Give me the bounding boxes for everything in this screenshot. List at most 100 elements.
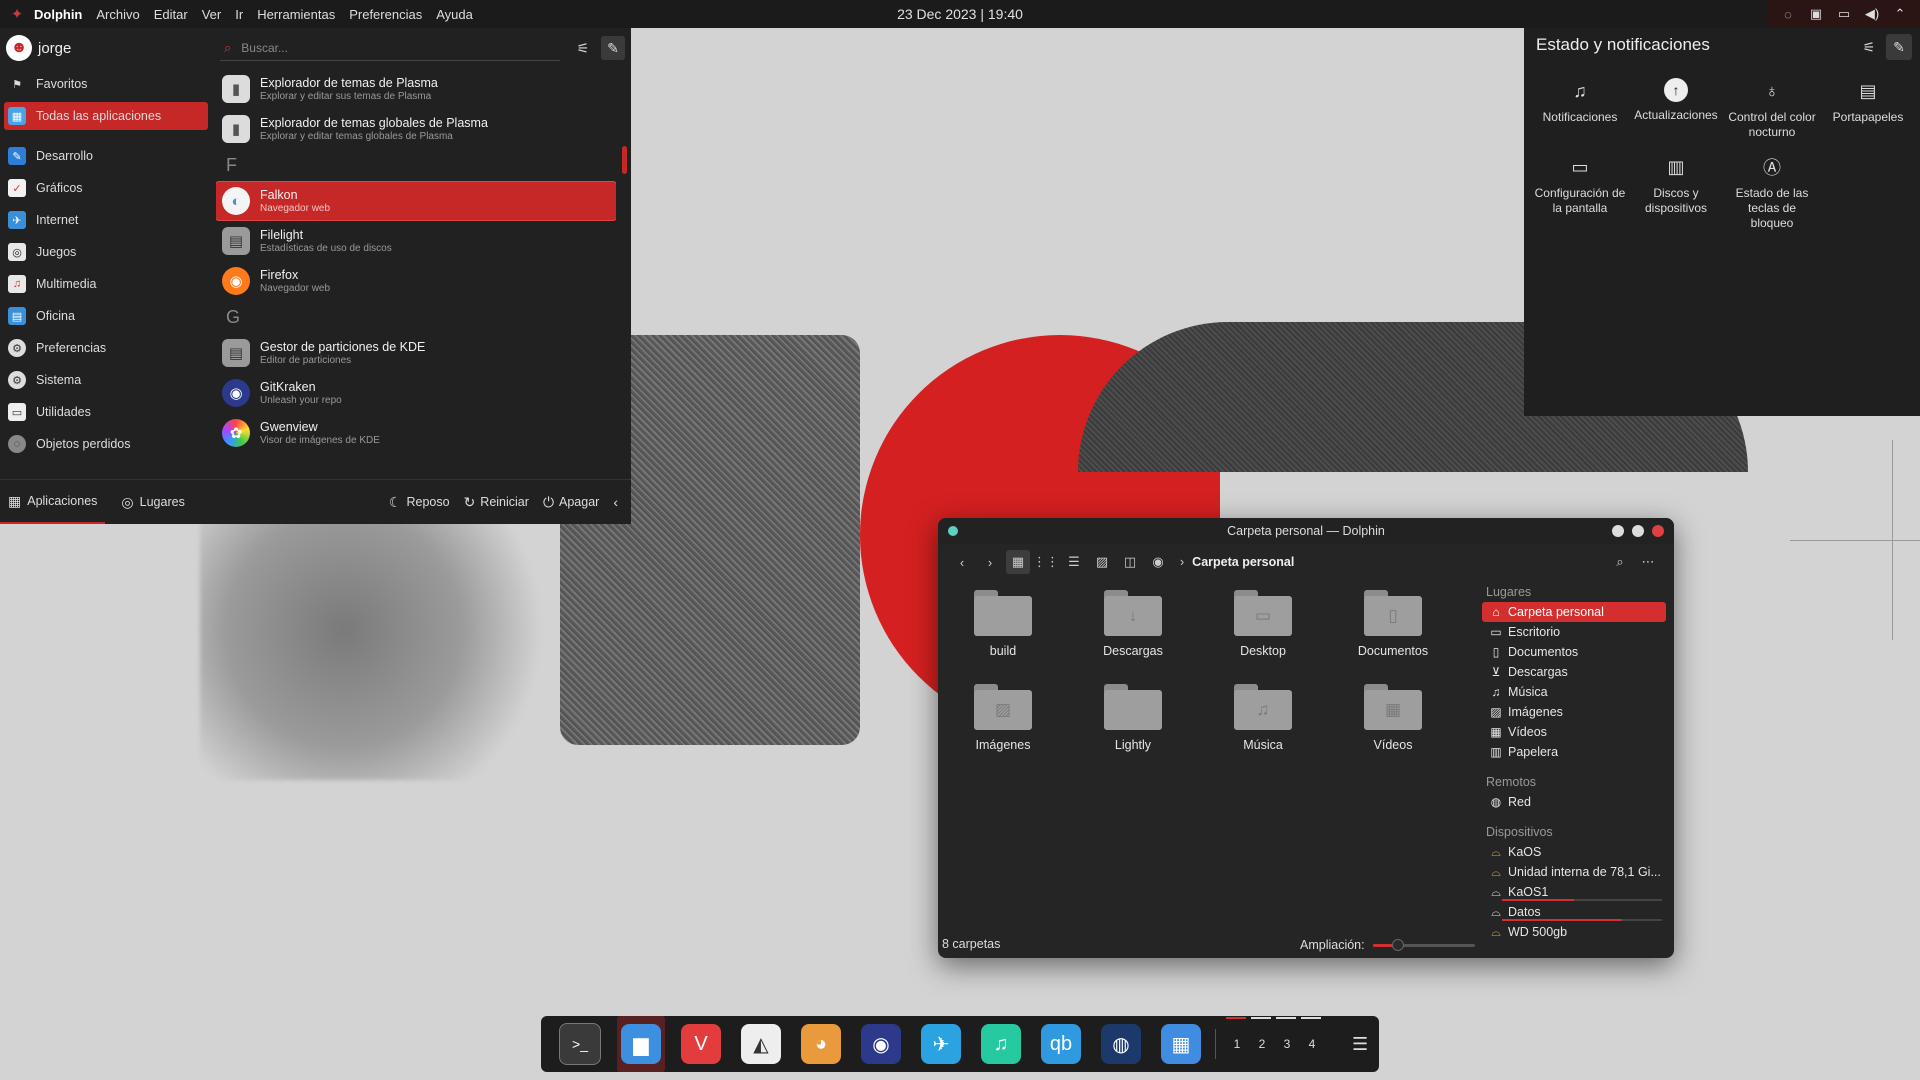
app-firefox[interactable]: ◉ Firefox Navegador web bbox=[216, 262, 616, 300]
back-icon[interactable]: ‹ bbox=[950, 550, 974, 574]
category-oficina[interactable]: ▤ Oficina bbox=[0, 300, 212, 332]
device-internal-drive[interactable]: ⌓ Unidad interna de 78,1 Gi... bbox=[1482, 862, 1672, 882]
app-gitkraken[interactable]: ◉ GitKraken Unleash your repo bbox=[216, 374, 616, 412]
hamburger-menu-icon[interactable]: ⋯ bbox=[1636, 550, 1660, 574]
dolphin-icon[interactable]: ▆ bbox=[617, 1016, 665, 1072]
display-tray-icon[interactable]: ▭ bbox=[1833, 3, 1855, 25]
folder-item[interactable]: ▦ Vídeos bbox=[1338, 674, 1448, 762]
status-night-color[interactable]: ♁ Control del color nocturno bbox=[1724, 78, 1820, 140]
folder-item[interactable]: Lightly bbox=[1078, 674, 1188, 762]
sliders-icon[interactable]: ⚟ bbox=[571, 36, 595, 60]
leave-menu-button[interactable]: ‹ bbox=[613, 494, 623, 510]
menu-archivo[interactable]: Archivo bbox=[96, 7, 139, 22]
menu-herramientas[interactable]: Herramientas bbox=[257, 7, 335, 22]
menu-preferencias[interactable]: Preferencias bbox=[349, 7, 422, 22]
hamburger-menu-icon[interactable]: ☰ bbox=[1352, 1034, 1368, 1055]
restart-button[interactable]: ↻ Reiniciar bbox=[464, 494, 529, 511]
minimize-button[interactable] bbox=[1612, 525, 1624, 537]
desktop-4[interactable]: 4 bbox=[1301, 1017, 1323, 1051]
desktop-3[interactable]: 3 bbox=[1276, 1017, 1298, 1051]
breadcrumb[interactable]: › Carpeta personal bbox=[1180, 555, 1294, 569]
telegram-icon[interactable]: ✈ bbox=[921, 1024, 961, 1064]
search-input[interactable] bbox=[239, 40, 544, 56]
desktop-1[interactable]: 1 bbox=[1226, 1017, 1248, 1051]
category-internet[interactable]: ✈ Internet bbox=[0, 204, 212, 236]
app-filelight[interactable]: ▤ Filelight Estadísticas de uso de discos bbox=[216, 222, 616, 260]
status-clipboard[interactable]: ▤ Portapapeles bbox=[1820, 78, 1916, 140]
gimp-icon[interactable]: ◕ bbox=[801, 1024, 841, 1064]
inkscape-icon[interactable]: ◭ bbox=[741, 1024, 781, 1064]
sleep-button[interactable]: ☾ Reposo bbox=[389, 494, 450, 511]
desktop-2[interactable]: 2 bbox=[1251, 1017, 1273, 1051]
terminal-icon[interactable]: >_ bbox=[559, 1023, 601, 1065]
category-favoritos[interactable]: ⚑ Favoritos bbox=[0, 68, 212, 100]
split-view-icon[interactable]: ◫ bbox=[1118, 550, 1142, 574]
status-disks[interactable]: ▥ Discos y dispositivos bbox=[1628, 154, 1724, 231]
category-utilidades[interactable]: ▭ Utilidades bbox=[0, 396, 212, 428]
app-kde-partition-manager[interactable]: ▤ Gestor de particiones de KDE Editor de … bbox=[216, 334, 616, 372]
place-imagenes[interactable]: ▨ Imágenes bbox=[1482, 702, 1672, 722]
category-juegos[interactable]: ◎ Juegos bbox=[0, 236, 212, 268]
app-falkon[interactable]: ◐ Falkon Navegador web bbox=[216, 181, 616, 221]
place-musica[interactable]: ♫ Música bbox=[1482, 682, 1672, 702]
ghost-tray-icon[interactable]: ◌ bbox=[1777, 3, 1799, 25]
place-red[interactable]: ◍ Red bbox=[1482, 792, 1672, 812]
tab-places[interactable]: ◎ Lugares bbox=[113, 480, 192, 524]
place-documentos[interactable]: ▯ Documentos bbox=[1482, 642, 1672, 662]
breadcrumb-current[interactable]: Carpeta personal bbox=[1192, 555, 1294, 569]
device-kaos[interactable]: ⌓ KaOS bbox=[1482, 842, 1672, 862]
volume-tray-icon[interactable]: ◀) bbox=[1861, 3, 1883, 25]
status-display-config[interactable]: ▭ Configuración de la pantalla bbox=[1532, 154, 1628, 231]
app-gwenview[interactable]: ✿ Gwenview Visor de imágenes de KDE bbox=[216, 414, 616, 452]
category-multimedia[interactable]: ♫ Multimedia bbox=[0, 268, 212, 300]
tab-applications[interactable]: ▦ Aplicaciones bbox=[0, 480, 106, 524]
zoom-slider[interactable] bbox=[1372, 938, 1475, 951]
shutdown-button[interactable]: ⏻ Apagar bbox=[543, 494, 599, 511]
sliders-icon[interactable]: ⚟ bbox=[1856, 34, 1882, 60]
menu-ayuda[interactable]: Ayuda bbox=[436, 7, 473, 22]
usb-device-tray-icon[interactable]: ▣ bbox=[1805, 3, 1827, 25]
folder-item[interactable]: ▨ Imágenes bbox=[948, 674, 1058, 762]
menu-ir[interactable]: Ir bbox=[235, 7, 243, 22]
close-button[interactable] bbox=[1652, 525, 1664, 537]
zoom-slider-handle[interactable] bbox=[1392, 938, 1405, 951]
place-carpeta-personal[interactable]: ⌂ Carpeta personal bbox=[1482, 602, 1666, 622]
app-plasma-theme-explorer[interactable]: ▮ Explorador de temas de Plasma Explorar … bbox=[216, 70, 616, 108]
device-kaos1[interactable]: ⌓ KaOS1 bbox=[1482, 882, 1672, 902]
details-view-icon[interactable]: ☰ bbox=[1062, 550, 1086, 574]
status-notifications[interactable]: ♫ Notificaciones bbox=[1532, 78, 1628, 140]
folder-item[interactable]: ▯ Documentos bbox=[1338, 580, 1448, 668]
place-descargas[interactable]: ⊻ Descargas bbox=[1482, 662, 1672, 682]
place-papelera[interactable]: ▥ Papelera bbox=[1482, 742, 1672, 762]
status-lock-keys[interactable]: Ⓐ Estado de las teclas de bloqueo bbox=[1724, 154, 1820, 231]
search-icon[interactable]: ⌕ bbox=[1608, 550, 1632, 574]
elisa-music-icon[interactable]: ♫ bbox=[981, 1024, 1021, 1064]
clock[interactable]: 23 Dec 2023 | 19:40 bbox=[897, 6, 1023, 22]
folder-item[interactable]: ♫ Música bbox=[1208, 674, 1318, 762]
category-sistema[interactable]: ⚙ Sistema bbox=[0, 364, 212, 396]
steam-icon[interactable]: ◍ bbox=[1101, 1024, 1141, 1064]
place-videos[interactable]: ▦ Vídeos bbox=[1482, 722, 1672, 742]
category-preferencias[interactable]: ⚙ Preferencias bbox=[0, 332, 212, 364]
compact-view-icon[interactable]: ⋮⋮ bbox=[1033, 550, 1059, 574]
forward-icon[interactable]: › bbox=[978, 550, 1002, 574]
chevron-up-icon[interactable]: ⌃ bbox=[1889, 3, 1911, 25]
category-todas-las-aplicaciones[interactable]: ▦ Todas las aplicaciones bbox=[4, 102, 208, 130]
category-objetos-perdidos[interactable]: ◌ Objetos perdidos bbox=[0, 428, 212, 460]
folder-item[interactable]: ▭ Desktop bbox=[1208, 580, 1318, 668]
status-updates[interactable]: ↑ Actualizaciones bbox=[1628, 78, 1724, 140]
gitkraken-icon[interactable]: ◉ bbox=[861, 1024, 901, 1064]
place-escritorio[interactable]: ▭ Escritorio bbox=[1482, 622, 1672, 642]
icons-view-icon[interactable]: ▦ bbox=[1006, 550, 1030, 574]
folder-item[interactable]: build bbox=[948, 580, 1058, 668]
avatar[interactable]: ☻ bbox=[6, 35, 32, 61]
window-titlebar[interactable]: Carpeta personal — Dolphin bbox=[938, 518, 1674, 544]
category-desarrollo[interactable]: ✎ Desarrollo bbox=[0, 140, 212, 172]
pin-icon[interactable]: ✎ bbox=[1886, 34, 1912, 60]
maximize-button[interactable] bbox=[1632, 525, 1644, 537]
category-graficos[interactable]: ✓ Gráficos bbox=[0, 172, 212, 204]
pin-icon[interactable]: ✎ bbox=[601, 36, 625, 60]
device-datos[interactable]: ⌓ Datos bbox=[1482, 902, 1672, 922]
kaos-launcher-icon[interactable]: ✦ bbox=[8, 5, 26, 23]
window-menu-icon[interactable] bbox=[948, 526, 958, 536]
